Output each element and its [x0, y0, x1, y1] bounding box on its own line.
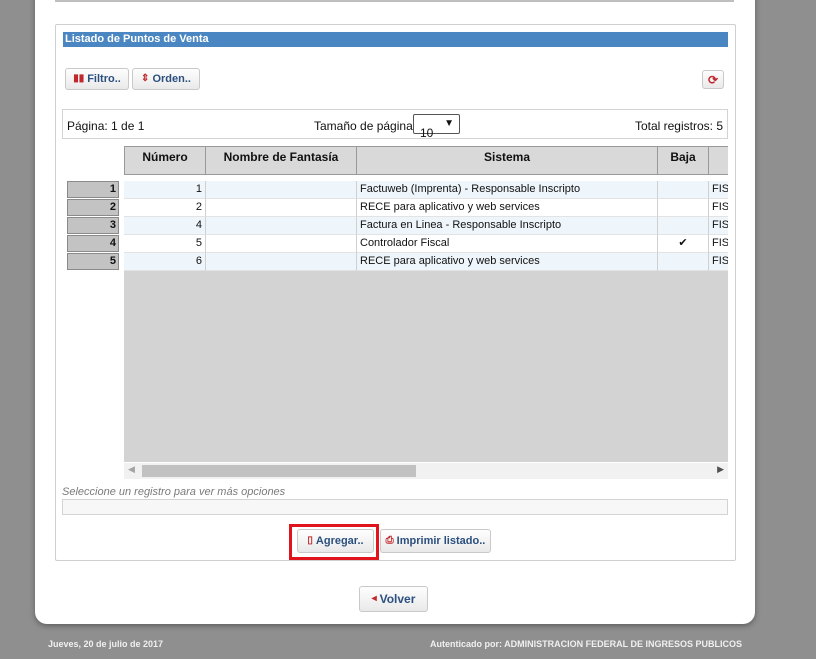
order-button[interactable]: ⇕ Orden.. [132, 68, 200, 90]
scroll-right-icon[interactable]: ▶ [717, 464, 724, 475]
table-row[interactable]: 5 Controlador Fiscal ✔ FIS [124, 235, 728, 253]
row-number[interactable]: 1 [67, 181, 119, 198]
back-arrow-icon: ◂ [371, 593, 377, 604]
printer-icon: ⎙ [385, 535, 394, 546]
row-number-column: 1 2 3 4 5 [67, 181, 119, 271]
table-row[interactable]: 6 RECE para aplicativo y web services FI… [124, 253, 728, 271]
cell-nombre [206, 199, 357, 217]
cell-nombre [206, 253, 357, 271]
scrollbar-thumb[interactable] [142, 465, 416, 477]
cell-numero: 5 [124, 235, 206, 253]
page-size-label: Tamaño de página: [314, 119, 417, 133]
checkmark-icon: ✔ [658, 235, 709, 253]
row-number[interactable]: 5 [67, 253, 119, 270]
col-header-numero[interactable]: Número [124, 146, 206, 175]
table-row[interactable]: 2 RECE para aplicativo y web services FI… [124, 199, 728, 217]
page-size-value: 10 [420, 126, 434, 140]
cell-numero: 1 [124, 181, 206, 199]
col-header-extra[interactable] [709, 146, 728, 175]
cell-sistema: Factura en Linea - Responsable Inscripto [357, 217, 658, 235]
cell-numero: 4 [124, 217, 206, 235]
cell-baja [658, 253, 709, 271]
points-of-sale-panel: Listado de Puntos de Venta ▮▮ Filtro.. ⇕… [55, 24, 736, 561]
order-label: Orden.. [152, 73, 191, 85]
table-row[interactable]: 1 Factuweb (Imprenta) - Responsable Insc… [124, 181, 728, 199]
row-number[interactable]: 3 [67, 217, 119, 234]
cell-numero: 6 [124, 253, 206, 271]
cell-extra: FIS [709, 199, 728, 217]
col-header-baja[interactable]: Baja [658, 146, 709, 175]
sort-icon: ⇕ [141, 73, 150, 84]
horizontal-scrollbar[interactable]: ◀ ▶ [124, 463, 728, 479]
pager-bar: Página: 1 de 1 Tamaño de página: 10 ▼ To… [62, 109, 728, 140]
grid-body[interactable]: 1 Factuweb (Imprenta) - Responsable Insc… [124, 181, 728, 462]
cell-baja [658, 181, 709, 199]
cell-baja [658, 217, 709, 235]
cell-sistema: RECE para aplicativo y web services [357, 199, 658, 217]
footer-auth: Autenticado por: ADMINISTRACION FEDERAL … [429, 639, 742, 649]
total-records: Total registros: 5 [634, 119, 723, 133]
options-area [62, 499, 728, 515]
filter-icon: ▮▮ [73, 73, 85, 84]
selection-hint: Seleccione un registro para ver más opci… [62, 486, 286, 498]
col-header-nombre[interactable]: Nombre de Fantasía [206, 146, 357, 175]
filter-button[interactable]: ▮▮ Filtro.. [65, 68, 129, 90]
print-list-button[interactable]: ⎙ Imprimir listado.. [380, 529, 491, 553]
cell-extra: FIS [709, 217, 728, 235]
row-number[interactable]: 4 [67, 235, 119, 252]
print-label: Imprimir listado.. [396, 535, 486, 547]
back-button[interactable]: ◂ Volver [359, 586, 428, 612]
cell-sistema: RECE para aplicativo y web services [357, 253, 658, 271]
cell-extra: FIS [709, 235, 728, 253]
cell-nombre [206, 217, 357, 235]
back-label: Volver [379, 592, 416, 606]
table-row[interactable]: 4 Factura en Linea - Responsable Inscrip… [124, 217, 728, 235]
cell-nombre [206, 235, 357, 253]
cell-sistema: Factuweb (Imprenta) - Responsable Inscri… [357, 181, 658, 199]
grid-header: Número Nombre de Fantasía Sistema Baja [124, 146, 728, 175]
refresh-icon: ⟳ [707, 72, 719, 87]
cell-nombre [206, 181, 357, 199]
col-header-sistema[interactable]: Sistema [357, 146, 658, 175]
cell-sistema: Controlador Fiscal [357, 235, 658, 253]
refresh-button[interactable]: ⟳ [702, 70, 724, 89]
cell-numero: 2 [124, 199, 206, 217]
page-size-select[interactable]: 10 ▼ [413, 114, 460, 140]
filter-label: Filtro.. [87, 73, 121, 85]
cell-baja [658, 199, 709, 217]
cell-extra: FIS [709, 253, 728, 271]
footer-date: Jueves, 20 de julio de 2017 [48, 639, 164, 649]
scroll-left-icon[interactable]: ◀ [128, 464, 135, 475]
page-indicator: Página: 1 de 1 [67, 119, 145, 133]
row-number[interactable]: 2 [67, 199, 119, 216]
chevron-down-icon: ▼ [444, 118, 454, 129]
top-divider [55, 0, 734, 2]
panel-title: Listado de Puntos de Venta [63, 32, 728, 47]
highlight-box [289, 524, 379, 560]
cell-extra: FIS [709, 181, 728, 199]
